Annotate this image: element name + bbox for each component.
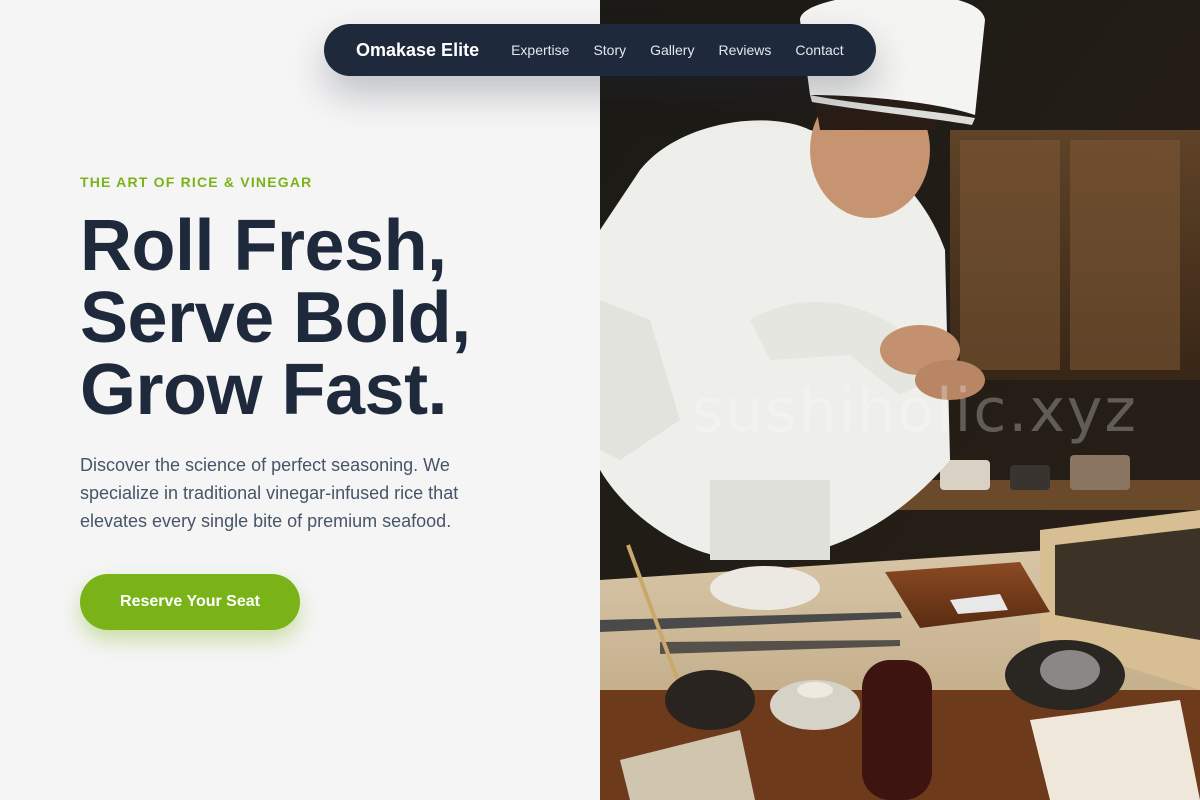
headline-line-3: Grow Fast. xyxy=(80,350,448,430)
headline-line-1: Roll Fresh, xyxy=(80,206,447,286)
chef-hero-image: sushiholic.xyz xyxy=(600,0,1200,800)
top-navigation: Omakase Elite Expertise Story Gallery Re… xyxy=(324,24,876,76)
nav-link-story[interactable]: Story xyxy=(593,42,626,58)
hero-section: THE ART OF RICE & VINEGAR Roll Fresh, Se… xyxy=(0,0,600,800)
watermark-text: sushiholic.xyz xyxy=(692,376,1138,446)
nav-links: Expertise Story Gallery Reviews Contact xyxy=(511,42,868,58)
brand-logo[interactable]: Omakase Elite xyxy=(356,40,479,61)
reserve-seat-button[interactable]: Reserve Your Seat xyxy=(80,574,300,630)
hero-description: Discover the science of perfect seasonin… xyxy=(80,455,459,531)
nav-link-expertise[interactable]: Expertise xyxy=(511,42,569,58)
nav-link-gallery[interactable]: Gallery xyxy=(650,42,694,58)
hero-headline: Roll Fresh, Serve Bold, Grow Fast. xyxy=(80,210,580,426)
nav-link-reviews[interactable]: Reviews xyxy=(718,42,771,58)
headline-line-2: Serve Bold, xyxy=(80,278,471,358)
hero-eyebrow: THE ART OF RICE & VINEGAR xyxy=(80,174,313,190)
nav-link-contact[interactable]: Contact xyxy=(795,42,843,58)
